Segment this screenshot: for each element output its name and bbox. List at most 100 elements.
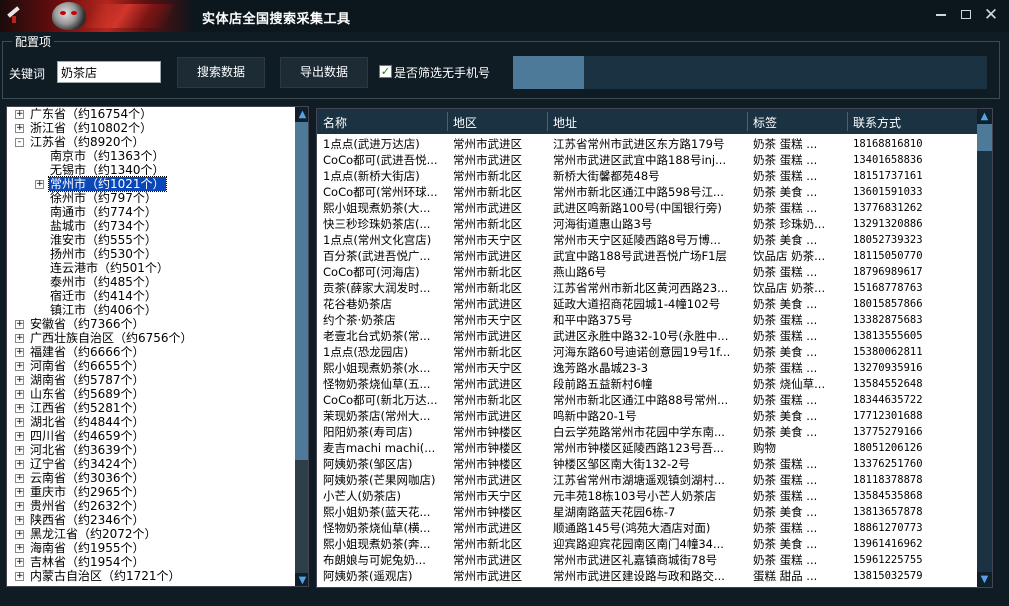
table-row[interactable]: 熙小姐奶茶(蓝天花... 常州市钟楼区 星湖南路蓝天花园6栋-7 奶茶 美食 ... 1… <box>317 504 977 520</box>
table-row[interactable]: 熙小姐现煮奶茶(水... 常州市天宁区 逸芳路水晶城23-3 奶茶 蛋糕 ... 132… <box>317 360 977 376</box>
table-row[interactable]: 快三秒珍珠奶茶店(... 常州市新北区 河海街道惠山路3号 奶茶 珍珠奶... 1329… <box>317 216 977 232</box>
table-row[interactable]: 1点点(新桥大街店) 常州市新北区 新桥大街馨都苑48号 奶茶 蛋糕 ... 18151… <box>317 168 977 184</box>
expand-icon[interactable]: + <box>15 460 24 469</box>
title-bar[interactable]: 实体店全国搜索采集工具 ✕ <box>0 0 1009 32</box>
cell-area: 常州市武进区 <box>453 409 522 423</box>
table-row[interactable]: 阳阳奶茶(寿司店) 常州市钟楼区 白云学苑路常州市花园中学东南... 奶茶 美食 ..… <box>317 424 977 440</box>
cell-address: 武宜中路188号武进吾悦广场F1层 <box>553 249 727 263</box>
cell-address: 段前路五益新村6幢 <box>553 377 653 391</box>
table-row[interactable]: 老壹北台式奶茶(常... 常州市武进区 武进区永胜中路32-10号(永胜中... 奶茶… <box>317 328 977 344</box>
tree-node-label: 宿迁市（约414个） <box>50 289 157 303</box>
expand-icon[interactable]: + <box>15 516 24 525</box>
table-row[interactable]: 1点点(常州文化宫店) 常州市天宁区 常州市天宁区延陵西路8号万博... 奶茶 美食 … <box>317 232 977 248</box>
expand-icon[interactable]: + <box>15 334 24 343</box>
column-header-address[interactable]: 地址 <box>553 114 577 131</box>
region-tree[interactable]: + 广东省（约16754个） + 浙江省（约10802个） - 江苏省（约8920个） 南京… <box>6 106 309 587</box>
cell-contact: 13401658836 <box>853 154 923 166</box>
table-row[interactable]: 贡茶(薛家大润发时... 常州市新北区 江苏省常州市新北区黄河西路23... 饮品店 … <box>317 280 977 296</box>
expand-icon[interactable]: + <box>15 418 24 427</box>
cell-tags: 奶茶 美食 ... <box>753 537 818 551</box>
cell-tags: 奶茶 蛋糕 ... <box>753 457 818 471</box>
table-row[interactable]: 怪物奶茶烧仙草(五... 常州市武进区 段前路五益新村6幢 奶茶 烧仙草... 1358… <box>317 376 977 392</box>
tree-node-label: 盐城市（约734个） <box>50 219 157 233</box>
cell-area: 常州市武进区 <box>453 329 522 343</box>
table-row[interactable]: 花谷巷奶茶店 常州市武进区 延政大道招商花园城1-4幢102号 奶茶 美食 ... 18… <box>317 296 977 312</box>
expand-icon[interactable]: + <box>15 432 24 441</box>
expand-icon[interactable]: + <box>15 544 24 553</box>
table-scroll-thumb[interactable] <box>977 124 992 151</box>
expand-icon[interactable]: + <box>15 488 24 497</box>
expand-icon[interactable]: + <box>15 124 24 133</box>
table-row[interactable]: 熙小姐现煮奶茶(大... 常州市武进区 武进区鸣新路100号(中国银行旁) 奶茶 蛋糕… <box>317 200 977 216</box>
expand-icon[interactable]: + <box>35 180 44 189</box>
expand-icon[interactable]: + <box>15 110 24 119</box>
column-header-name[interactable]: 名称 <box>323 114 347 131</box>
expand-icon[interactable]: + <box>15 404 24 413</box>
cell-name: 怪物奶茶烧仙草(横... <box>323 521 431 535</box>
table-scroll-down-icon[interactable]: ▼ <box>977 572 992 587</box>
cell-tags: 奶茶 烧仙草... <box>753 377 826 391</box>
expand-icon[interactable]: + <box>15 502 24 511</box>
cell-tags: 奶茶 蛋糕 ... <box>753 489 818 503</box>
table-row[interactable]: 阿姨奶茶(芒果网咖店) 常州市武进区 江苏省常州市湖塘遥观镇剑湖村... 奶茶 蛋糕 … <box>317 472 977 488</box>
table-row[interactable]: 约个茶·奶茶店 常州市天宁区 和平中路375号 奶茶 蛋糕 ... 1338287568… <box>317 312 977 328</box>
export-button[interactable]: 导出数据 <box>280 57 368 88</box>
table-scroll-up-icon[interactable]: ▲ <box>977 109 992 124</box>
tree-node-label: 重庆市（约2965个） <box>30 485 145 499</box>
table-row[interactable]: 小芒人(奶茶店) 常州市天宁区 元丰苑18栋103号小芒人奶茶店 奶茶 蛋糕 ... 1… <box>317 488 977 504</box>
table-row[interactable]: 熙小姐现煮奶茶(奔... 常州市新北区 迎宾路迎宾花园南区南门4幢34... 奶茶 美… <box>317 536 977 552</box>
search-button[interactable]: 搜索数据 <box>177 57 265 88</box>
cell-address: 常州市武进区礼嘉镇商城街78号 <box>553 553 718 567</box>
cell-contact: 13813657878 <box>853 506 923 518</box>
table-row[interactable]: 1点点(武进万达店) 常州市武进区 江苏省常州市武进区东方路179号 奶茶 蛋糕 ..… <box>317 136 977 152</box>
column-header-tags[interactable]: 标签 <box>753 114 777 131</box>
table-row[interactable]: CoCo都可(新北万达... 常州市新北区 常州市新北区通江中路88号常州... 奶茶… <box>317 392 977 408</box>
table-scrollbar[interactable]: ▲ ▼ <box>977 109 992 587</box>
tree-scroll-up-icon[interactable]: ▲ <box>295 107 308 122</box>
table-row[interactable]: CoCo都可(常州环球... 常州市新北区 常州市新北区通江中路598号江... 奶茶… <box>317 184 977 200</box>
table-row[interactable]: 1点点(恐龙园店) 常州市新北区 河海东路60号迪诺创意园19号1f... 奶茶 美食… <box>317 344 977 360</box>
table-row[interactable]: 百分茶(武进吾悦广... 常州市武进区 武宜中路188号武进吾悦广场F1层 饮品店 奶… <box>317 248 977 264</box>
minimize-button[interactable] <box>931 6 951 24</box>
table-row[interactable]: 茉现奶茶店(常州大... 常州市武进区 鸣新中路20-1号 奶茶 美食 ... 1771… <box>317 408 977 424</box>
results-table[interactable]: 名称 地区 地址 标签 联系方式 1点点(武进万达店) 常州市武进区 江苏省常州市武… <box>316 108 993 588</box>
collapse-icon[interactable]: - <box>15 138 24 147</box>
expand-icon[interactable]: + <box>15 362 24 371</box>
cell-name: 贡茶(薛家大润发时... <box>323 281 431 295</box>
expand-icon[interactable]: + <box>15 474 24 483</box>
cell-area: 常州市新北区 <box>453 169 522 183</box>
table-row[interactable]: 阿姨奶茶(遥观店) 常州市武进区 常州市武进区建设路与政和路交... 蛋糕 甜品 ..… <box>317 568 977 584</box>
table-header: 名称 地区 地址 标签 联系方式 <box>317 109 977 134</box>
cell-contact: 18052739323 <box>853 234 923 246</box>
cell-tags: 饮品店 奶茶... <box>753 281 826 295</box>
expand-icon[interactable]: + <box>15 572 24 581</box>
app-logo <box>0 0 195 32</box>
table-row[interactable]: CoCo都可(河海店) 常州市新北区 燕山路6号 奶茶 蛋糕 ... 187969896… <box>317 264 977 280</box>
tree-scrollbar[interactable]: ▲ ▼ <box>295 107 308 586</box>
column-header-contact[interactable]: 联系方式 <box>853 114 901 131</box>
cell-tags: 奶茶 蛋糕 ... <box>753 137 818 151</box>
expand-icon[interactable]: + <box>15 558 24 567</box>
table-row[interactable]: 怪物奶茶烧仙草(横... 常州市武进区 顺通路145号(鸿苑大酒店对面) 奶茶 蛋糕 … <box>317 520 977 536</box>
tree-scroll-down-icon[interactable]: ▼ <box>295 573 308 586</box>
table-row[interactable]: 阿姨奶茶(邹区店) 常州市钟楼区 钟楼区邹区南大街132-2号 奶茶 蛋糕 ... 13… <box>317 456 977 472</box>
cell-contact: 13584552648 <box>853 378 923 390</box>
expand-icon[interactable]: + <box>15 390 24 399</box>
tree-node-label: 云南省（约3036个） <box>30 471 145 485</box>
expand-icon[interactable]: + <box>15 348 24 357</box>
expand-icon[interactable]: + <box>15 376 24 385</box>
table-row[interactable]: 布朗娘与可妮兔奶... 常州市武进区 常州市武进区礼嘉镇商城街78号 奶茶 蛋糕 ..… <box>317 552 977 568</box>
checkbox-check-icon[interactable]: ✓ <box>379 65 392 78</box>
expand-icon[interactable]: + <box>15 446 24 455</box>
expand-icon[interactable]: + <box>15 320 24 329</box>
column-header-area[interactable]: 地区 <box>453 114 477 131</box>
close-button[interactable]: ✕ <box>981 6 1001 24</box>
maximize-button[interactable] <box>956 6 976 24</box>
table-row[interactable]: CoCo都可(武进吾悦... 常州市武进区 常州市武进区武宜中路188号inj...… <box>317 152 977 168</box>
tree-scroll-thumb[interactable] <box>295 122 308 460</box>
keyword-input[interactable] <box>57 61 161 83</box>
table-row[interactable]: 麦吉machi machi(... 常州市钟楼区 常州市钟楼区延陵西路123号吾..… <box>317 440 977 456</box>
expand-icon[interactable]: + <box>15 530 24 539</box>
progress-bar <box>513 56 987 89</box>
cell-area: 常州市钟楼区 <box>453 425 522 439</box>
